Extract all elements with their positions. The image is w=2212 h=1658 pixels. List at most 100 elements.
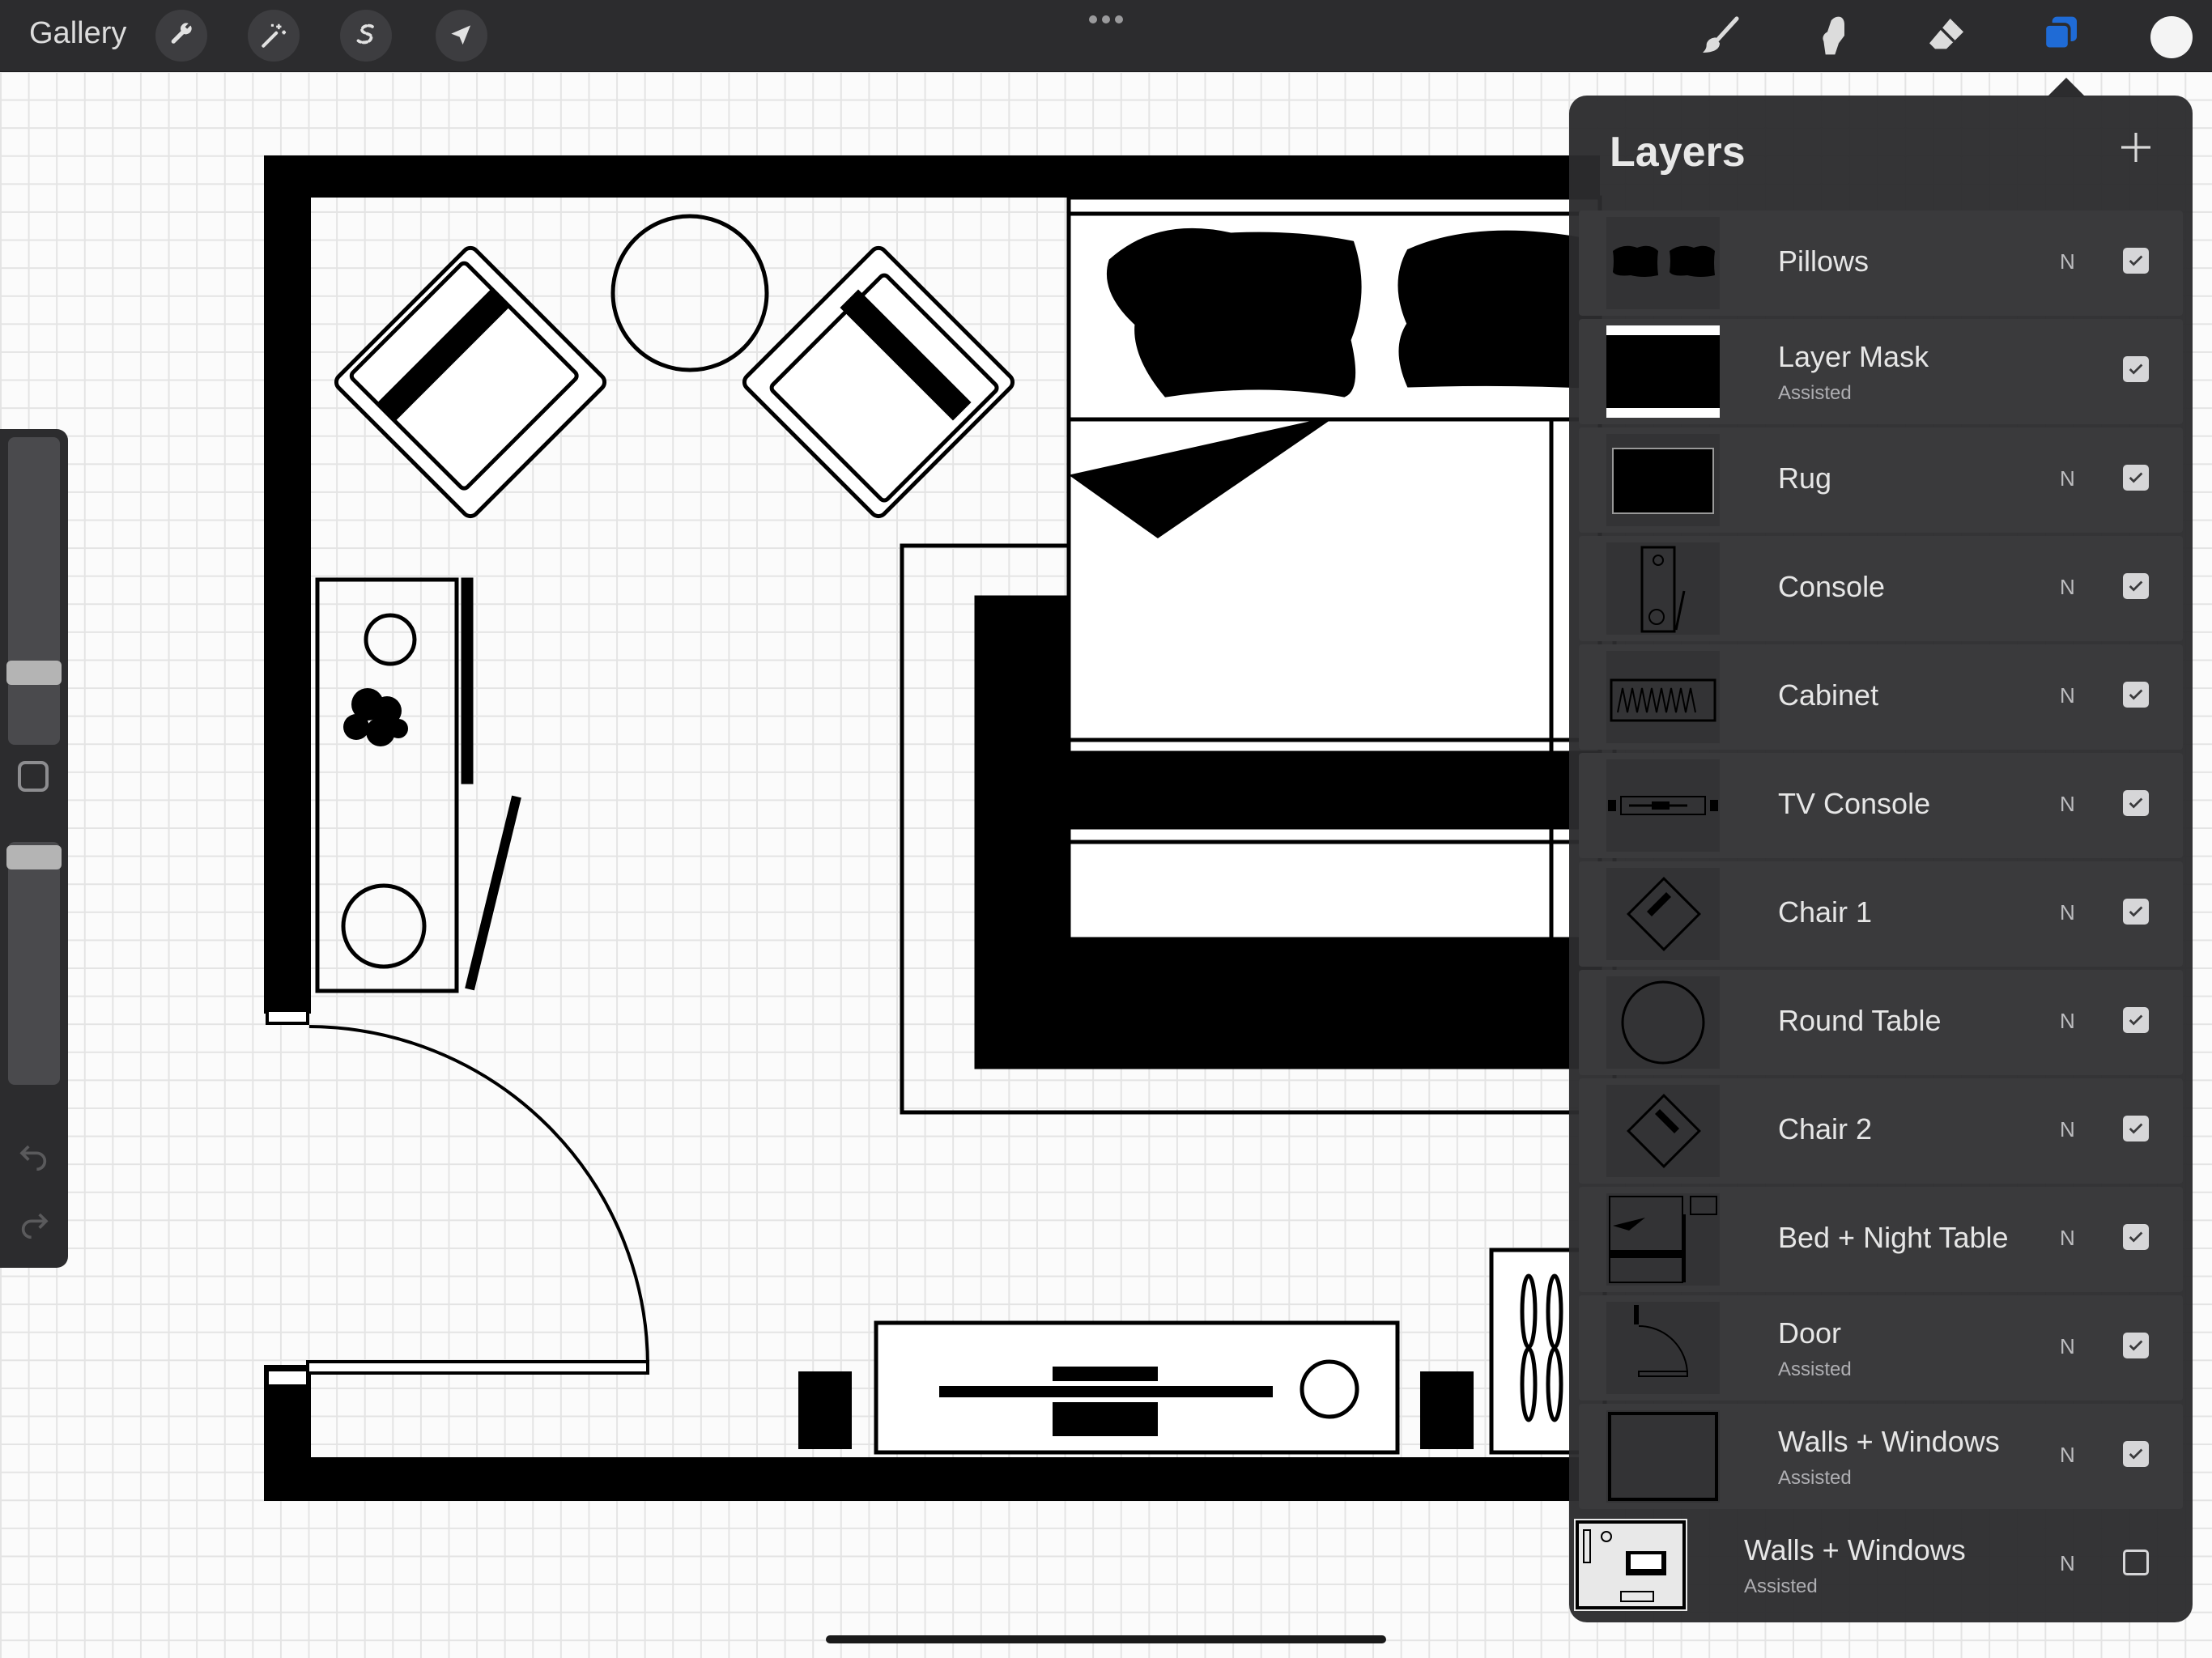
layer-thumbnail bbox=[1606, 434, 1720, 526]
blend-mode-button[interactable]: N bbox=[2060, 466, 2075, 491]
smudge-icon[interactable] bbox=[1809, 11, 1857, 60]
visibility-checkbox[interactable] bbox=[2123, 573, 2149, 599]
panel-pointer bbox=[2047, 78, 2086, 97]
door bbox=[306, 1025, 649, 1375]
blend-mode-button[interactable]: N bbox=[2060, 1009, 2075, 1034]
round-table bbox=[610, 214, 769, 372]
blend-mode-button[interactable]: N bbox=[2060, 1117, 2075, 1142]
layer-thumbnail bbox=[1606, 542, 1720, 635]
layer-row[interactable]: Pillows N bbox=[1579, 210, 2183, 316]
selection-icon[interactable] bbox=[340, 10, 392, 62]
brush-icon[interactable] bbox=[1695, 11, 1744, 60]
blend-mode-button[interactable]: N bbox=[2060, 1443, 2075, 1468]
brush-size-slider[interactable] bbox=[6, 437, 62, 745]
undo-icon[interactable] bbox=[16, 1138, 52, 1171]
more-options-icon[interactable] bbox=[1088, 11, 1124, 28]
layer-row[interactable]: Walls + Windows Assisted N bbox=[1574, 1512, 2183, 1618]
layer-thumbnail bbox=[1606, 325, 1720, 418]
layer-name: Pillows bbox=[1778, 244, 1870, 278]
layers-icon[interactable] bbox=[2035, 11, 2084, 60]
wrench-icon[interactable] bbox=[155, 10, 207, 62]
console bbox=[315, 577, 521, 993]
layer-thumbnail bbox=[1606, 759, 1720, 852]
layer-thumbnail bbox=[1606, 976, 1720, 1069]
modify-square-icon[interactable] bbox=[18, 761, 49, 792]
visibility-checkbox[interactable] bbox=[2123, 1224, 2149, 1250]
layer-subtitle: Assisted bbox=[1778, 1467, 1852, 1489]
layer-subtitle: Assisted bbox=[1778, 382, 1852, 404]
blend-mode-button[interactable]: N bbox=[2060, 792, 2075, 817]
layer-thumbnail bbox=[1606, 1085, 1720, 1177]
layer-row[interactable]: TV Console N bbox=[1579, 753, 2183, 858]
home-indicator[interactable] bbox=[826, 1635, 1386, 1643]
blend-mode-button[interactable]: N bbox=[2060, 1334, 2075, 1359]
checkmark-icon bbox=[2129, 1014, 2143, 1026]
layer-thumbnail bbox=[1606, 217, 1720, 309]
layer-name: Console bbox=[1778, 570, 1886, 603]
layer-thumbnail bbox=[1606, 651, 1720, 743]
layer-thumbnail bbox=[1606, 1193, 1720, 1286]
blend-mode-button[interactable]: N bbox=[2060, 1226, 2075, 1251]
checkmark-icon bbox=[2129, 363, 2143, 375]
visibility-checkbox[interactable] bbox=[2123, 1441, 2149, 1467]
checkmark-icon bbox=[2129, 580, 2143, 592]
layer-row[interactable]: Door Assisted N bbox=[1579, 1295, 2183, 1401]
layer-row[interactable]: Layer Mask Assisted bbox=[1579, 319, 2183, 424]
layer-name: TV Console bbox=[1778, 787, 1931, 820]
layer-thumbnail bbox=[1606, 868, 1720, 960]
visibility-checkbox[interactable] bbox=[2123, 790, 2149, 816]
chair-1 bbox=[334, 245, 607, 519]
layers-panel: Layers Pillows N Layer Mask Assisted Rug… bbox=[1569, 96, 2193, 1622]
layer-thumbnail bbox=[1606, 1410, 1720, 1503]
blend-mode-button[interactable]: N bbox=[2060, 683, 2075, 708]
visibility-checkbox[interactable] bbox=[2123, 1007, 2149, 1033]
visibility-checkbox[interactable] bbox=[2123, 1116, 2149, 1141]
visibility-checkbox[interactable] bbox=[2123, 899, 2149, 925]
layer-row[interactable]: Rug N bbox=[1579, 427, 2183, 533]
opacity-thumb[interactable] bbox=[6, 845, 62, 869]
blend-mode-button[interactable]: N bbox=[2060, 900, 2075, 925]
visibility-checkbox[interactable] bbox=[2123, 356, 2149, 382]
visibility-checkbox[interactable] bbox=[2123, 682, 2149, 708]
layer-row[interactable]: Chair 1 N bbox=[1579, 861, 2183, 967]
blend-mode-button[interactable]: N bbox=[2060, 575, 2075, 600]
checkmark-icon bbox=[2129, 906, 2143, 917]
blend-mode-button[interactable]: N bbox=[2060, 249, 2075, 274]
layer-row[interactable]: Cabinet N bbox=[1579, 644, 2183, 750]
layer-row[interactable]: Chair 2 N bbox=[1579, 1078, 2183, 1184]
visibility-checkbox[interactable] bbox=[2123, 1333, 2149, 1358]
checkmark-icon bbox=[2129, 1340, 2143, 1351]
layer-thumbnail bbox=[1606, 1302, 1720, 1394]
add-layer-icon[interactable] bbox=[2116, 128, 2155, 167]
layer-row[interactable]: Round Table N bbox=[1579, 970, 2183, 1075]
checkmark-icon bbox=[2129, 1448, 2143, 1460]
eraser-icon[interactable] bbox=[1922, 11, 1971, 60]
layer-row[interactable]: Bed + Night Table N bbox=[1579, 1187, 2183, 1292]
window-markers bbox=[266, 1009, 309, 1388]
checkmark-icon bbox=[2129, 255, 2143, 266]
redo-icon[interactable] bbox=[16, 1206, 52, 1239]
gallery-button[interactable]: Gallery bbox=[29, 16, 126, 51]
blend-mode-button[interactable]: N bbox=[2060, 1551, 2075, 1576]
bed bbox=[1066, 195, 1602, 942]
brush-size-thumb[interactable] bbox=[6, 661, 62, 685]
layer-name: Walls + Windows bbox=[1744, 1533, 1966, 1567]
layer-row[interactable]: Walls + Windows Assisted N bbox=[1579, 1404, 2183, 1509]
tv-console bbox=[798, 1320, 1474, 1455]
chair-2 bbox=[742, 245, 1015, 519]
visibility-checkbox[interactable] bbox=[2123, 1550, 2149, 1575]
layer-name: Chair 2 bbox=[1778, 1112, 1873, 1146]
layer-name: Layer Mask bbox=[1778, 340, 1929, 373]
transform-arrow-icon[interactable] bbox=[436, 10, 487, 62]
checkmark-icon bbox=[2129, 1123, 2143, 1134]
color-picker-button[interactable] bbox=[2150, 16, 2193, 58]
layer-thumbnail bbox=[1574, 1519, 1687, 1611]
magic-wand-icon[interactable] bbox=[248, 10, 300, 62]
top-toolbar: Gallery bbox=[0, 0, 2212, 72]
visibility-checkbox[interactable] bbox=[2123, 248, 2149, 274]
layer-row[interactable]: Console N bbox=[1579, 536, 2183, 641]
opacity-slider[interactable] bbox=[6, 842, 62, 1085]
layer-name: Walls + Windows bbox=[1778, 1425, 2000, 1458]
layer-name: Round Table bbox=[1778, 1004, 1942, 1037]
visibility-checkbox[interactable] bbox=[2123, 465, 2149, 491]
